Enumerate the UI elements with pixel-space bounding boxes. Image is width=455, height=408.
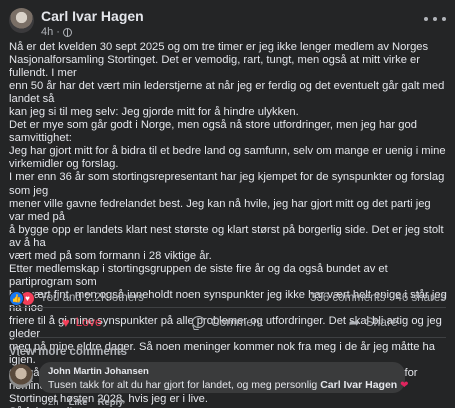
comment-label: Comment bbox=[211, 315, 264, 329]
comment-reply-button[interactable]: Reply bbox=[98, 397, 124, 408]
post-paragraph: I mer enn 36 år som stortingsrepresentan… bbox=[9, 171, 445, 262]
comment-author[interactable]: John Martin Johansen bbox=[48, 366, 396, 377]
reactions-row: 👍 ♥ You and 2.2K others 336 comments 46 … bbox=[9, 290, 446, 306]
post-time[interactable]: 4h bbox=[41, 26, 53, 38]
action-bar: ♥ Love Comment ➦ Share bbox=[9, 308, 446, 336]
dot-icon bbox=[433, 17, 437, 21]
thumbs-up-icon: 👍 bbox=[9, 290, 24, 306]
comment-time[interactable]: 2h bbox=[48, 397, 59, 408]
comment-mention[interactable]: Carl Ivar Hagen bbox=[320, 379, 397, 391]
dot-icon bbox=[424, 17, 428, 21]
share-button[interactable]: ➦ Share bbox=[300, 308, 446, 336]
more-options-button[interactable] bbox=[424, 12, 446, 26]
author-name[interactable]: Carl Ivar Hagen bbox=[41, 8, 144, 24]
comments-count[interactable]: 336 comments bbox=[310, 292, 385, 304]
dot-icon bbox=[442, 17, 446, 21]
comment-actions: 2h Like Reply bbox=[48, 397, 123, 408]
post-paragraph: Det er mye som går godt i Norge, men ogs… bbox=[9, 119, 446, 171]
post-paragraph: Nå er det kvelden 30 sept 2025 og om tre… bbox=[9, 41, 445, 119]
heart-emoji-icon: ❤ bbox=[400, 380, 409, 391]
comment-body: Tusen takk for alt du har gjort for land… bbox=[48, 379, 318, 391]
post-header: Carl Ivar Hagen 4h · bbox=[0, 0, 455, 40]
love-label: Love bbox=[75, 315, 102, 329]
comment-text: Tusen takk for alt du har gjort for land… bbox=[48, 379, 409, 391]
share-icon: ➦ bbox=[348, 314, 360, 330]
commenter-avatar[interactable] bbox=[9, 364, 33, 388]
view-more-comments[interactable]: View more comments bbox=[9, 346, 127, 358]
comment-icon bbox=[192, 316, 205, 328]
engagement-counts: 336 comments 46 shares bbox=[310, 292, 446, 304]
comment-button[interactable]: Comment bbox=[155, 308, 301, 336]
comment-bubble: John Martin Johansen Tusen takk for alt … bbox=[39, 362, 409, 393]
shares-count[interactable]: 46 shares bbox=[395, 292, 446, 304]
globe-icon bbox=[62, 27, 72, 37]
reaction-summary[interactable]: You and 2.2K others bbox=[40, 292, 310, 304]
heart-icon: ♥ bbox=[61, 314, 70, 330]
comment-like-button[interactable]: Like bbox=[69, 397, 88, 408]
love-button[interactable]: ♥ Love bbox=[9, 308, 155, 336]
divider bbox=[9, 337, 446, 338]
post-meta: 4h · bbox=[41, 26, 72, 38]
author-avatar[interactable] bbox=[9, 8, 34, 33]
share-label: Share bbox=[365, 315, 398, 329]
reaction-icons[interactable]: 👍 ♥ bbox=[9, 290, 35, 306]
